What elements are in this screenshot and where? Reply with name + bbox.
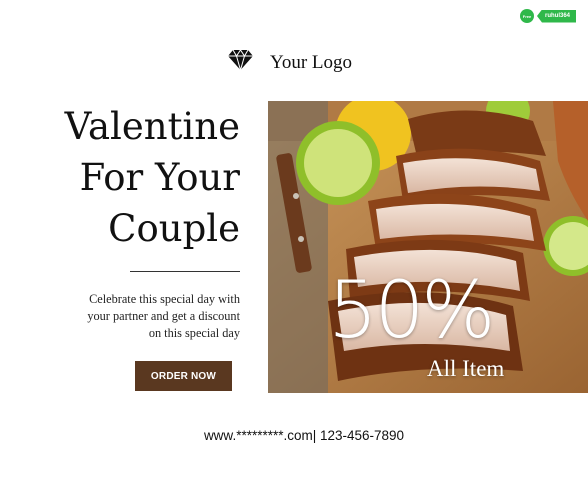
description-line-3: on this special day [148, 326, 240, 340]
badge-tag: ruhul364 [536, 9, 576, 23]
logo: Your Logo [228, 49, 353, 75]
description-line-2: your partner and get a discount [87, 309, 240, 323]
order-now-button[interactable]: ORDER NOW [135, 361, 232, 391]
description-line-1: Celebrate this special day with [89, 292, 240, 306]
discount-percent: 50% [328, 266, 495, 356]
diamond-icon [228, 49, 253, 75]
headline-line-3: Couple [108, 207, 240, 250]
description: Celebrate this special day with your par… [65, 291, 240, 342]
headline-line-1: Valentine [64, 105, 240, 148]
headline-line-2: For Your [79, 156, 240, 199]
divider [130, 271, 240, 272]
template-badge: Free ruhul364 [519, 9, 576, 23]
badge-circle: Free [519, 9, 534, 23]
logo-text: Your Logo [270, 51, 353, 73]
discount-subtitle: All Item [427, 356, 505, 381]
footer-contact[interactable]: www.*********.com| 123-456-7890 [0, 428, 588, 443]
headline: Valentine For Your Couple [65, 101, 240, 254]
